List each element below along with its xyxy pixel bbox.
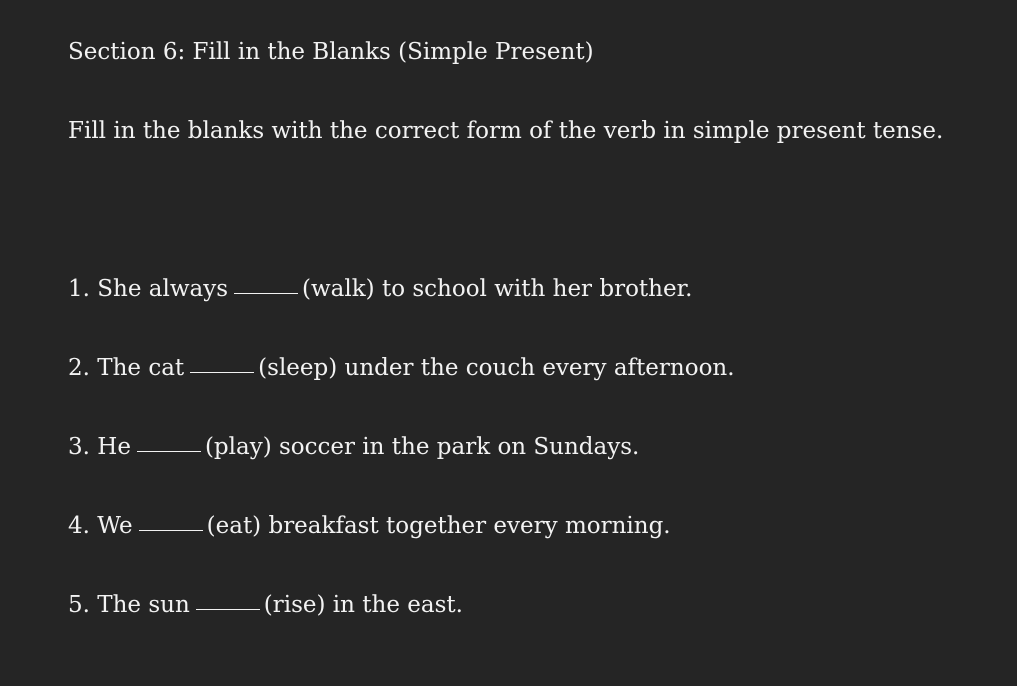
question-3-suffix: (play) soccer in the park on Sundays. (204, 434, 640, 460)
question-5-suffix: (rise) in the east. (263, 592, 463, 618)
question-4-prefix: 4. We (68, 513, 133, 539)
question-3-blank (136, 450, 201, 452)
question-2-prefix: 2. The cat (68, 355, 185, 381)
question-4: 4. We (eat) breakfast together every morn… (68, 511, 671, 541)
question-1-prefix: 1. She always (68, 276, 229, 302)
question-2-blank (190, 371, 255, 373)
question-5-blank (195, 608, 260, 610)
section-title: Section 6: Fill in the Blanks (Simple Pr… (68, 39, 594, 65)
question-3: 3. He (play) soccer in the park on Sunday… (68, 432, 639, 462)
question-5: 5. The sun (rise) in the east. (68, 590, 463, 620)
instruction-text: Fill in the blanks with the correct form… (68, 118, 944, 144)
question-1: 1. She always (walk) to school with her b… (68, 274, 692, 304)
question-2-suffix: (sleep) under the couch every afternoon. (258, 355, 735, 381)
question-4-suffix: (eat) breakfast together every morning. (206, 513, 671, 539)
question-5-prefix: 5. The sun (68, 592, 190, 618)
question-1-blank (234, 292, 299, 294)
question-2: 2. The cat (sleep) under the couch every … (68, 353, 735, 383)
question-1-suffix: (walk) to school with her brother. (302, 276, 693, 302)
worksheet-page: Section 6: Fill in the Blanks (Simple Pr… (0, 0, 1017, 686)
question-3-prefix: 3. He (68, 434, 131, 460)
question-4-blank (138, 529, 203, 531)
